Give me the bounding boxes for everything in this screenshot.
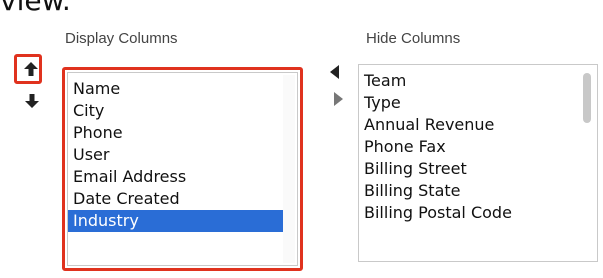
list-item[interactable]: Industry <box>68 210 284 232</box>
move-up-highlight <box>14 54 42 84</box>
display-list-scrollbar[interactable] <box>283 75 295 263</box>
list-item[interactable]: City <box>68 100 284 122</box>
list-item[interactable]: Team <box>359 70 579 92</box>
arrow-up-icon[interactable] <box>22 60 40 78</box>
display-columns-list[interactable]: Name City Phone User Email Address Date Creat… <box>67 72 298 266</box>
hide-list-scrollbar-thumb[interactable] <box>583 73 591 123</box>
list-item[interactable]: Billing State <box>359 180 579 202</box>
triangle-left-icon[interactable] <box>328 64 342 80</box>
list-item[interactable]: Type <box>359 92 579 114</box>
list-item[interactable]: Annual Revenue <box>359 114 579 136</box>
triangle-right-icon[interactable] <box>331 91 345 107</box>
list-item[interactable]: User <box>68 144 284 166</box>
list-item[interactable]: Billing Street <box>359 158 579 180</box>
hide-columns-header: Hide Columns <box>366 30 461 47</box>
arrow-down-icon[interactable] <box>23 92 41 110</box>
list-item[interactable]: Name <box>68 78 284 100</box>
list-item[interactable]: Billing Postal Code <box>359 202 579 224</box>
cut-off-heading-text: view. <box>0 0 71 17</box>
list-item[interactable]: Date Created <box>68 188 284 210</box>
display-columns-header: Display Columns <box>65 30 178 47</box>
hide-columns-list[interactable]: Team Type Annual Revenue Phone Fax Billing S… <box>358 64 598 262</box>
list-item[interactable]: Phone <box>68 122 284 144</box>
list-item[interactable]: Phone Fax <box>359 136 579 158</box>
list-item[interactable]: Email Address <box>68 166 284 188</box>
